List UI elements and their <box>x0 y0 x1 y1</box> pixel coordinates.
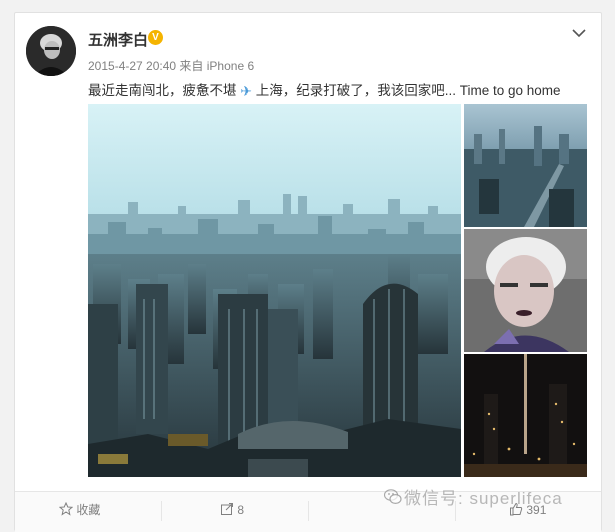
post-text-before: 最近走南闯北，疲惫不堪 <box>88 83 237 98</box>
chevron-down-icon[interactable] <box>571 26 587 38</box>
star-icon <box>58 501 74 516</box>
favorite-button[interactable]: 收藏 <box>58 492 101 528</box>
footer-divider <box>308 501 309 521</box>
verified-badge: V <box>148 30 163 45</box>
post-source: 来自 iPhone 6 <box>179 59 255 73</box>
thumbnail-city-aerial[interactable] <box>464 104 587 227</box>
repost-count: 8 <box>237 503 245 517</box>
favorite-label: 收藏 <box>76 503 101 517</box>
post-time[interactable]: 2015-4-27 20:40 <box>88 59 176 73</box>
post-meta: 2015-4-27 20:40 来自 iPhone 6 <box>88 57 254 74</box>
avatar[interactable] <box>26 26 76 76</box>
thumbnail-portrait[interactable] <box>464 229 587 352</box>
repost-icon <box>221 503 233 515</box>
thumbnail-night-city[interactable] <box>464 354 587 477</box>
watermark-text: 微信号: superlifeca <box>404 489 563 508</box>
plane-icon: ✈ <box>240 83 252 99</box>
footer-divider <box>161 501 162 521</box>
post-text-after: 上海，纪录打破了，我该回家吧... Time to go home <box>255 83 561 98</box>
repost-button[interactable]: 8 <box>220 492 244 528</box>
author-name[interactable]: 五洲李白 <box>88 29 148 50</box>
post-text: 最近走南闯北，疲惫不堪 ✈ 上海，纪录打破了，我该回家吧... Time to … <box>88 79 561 99</box>
wechat-icon <box>383 489 402 505</box>
main-photo-skyline[interactable] <box>88 104 461 477</box>
